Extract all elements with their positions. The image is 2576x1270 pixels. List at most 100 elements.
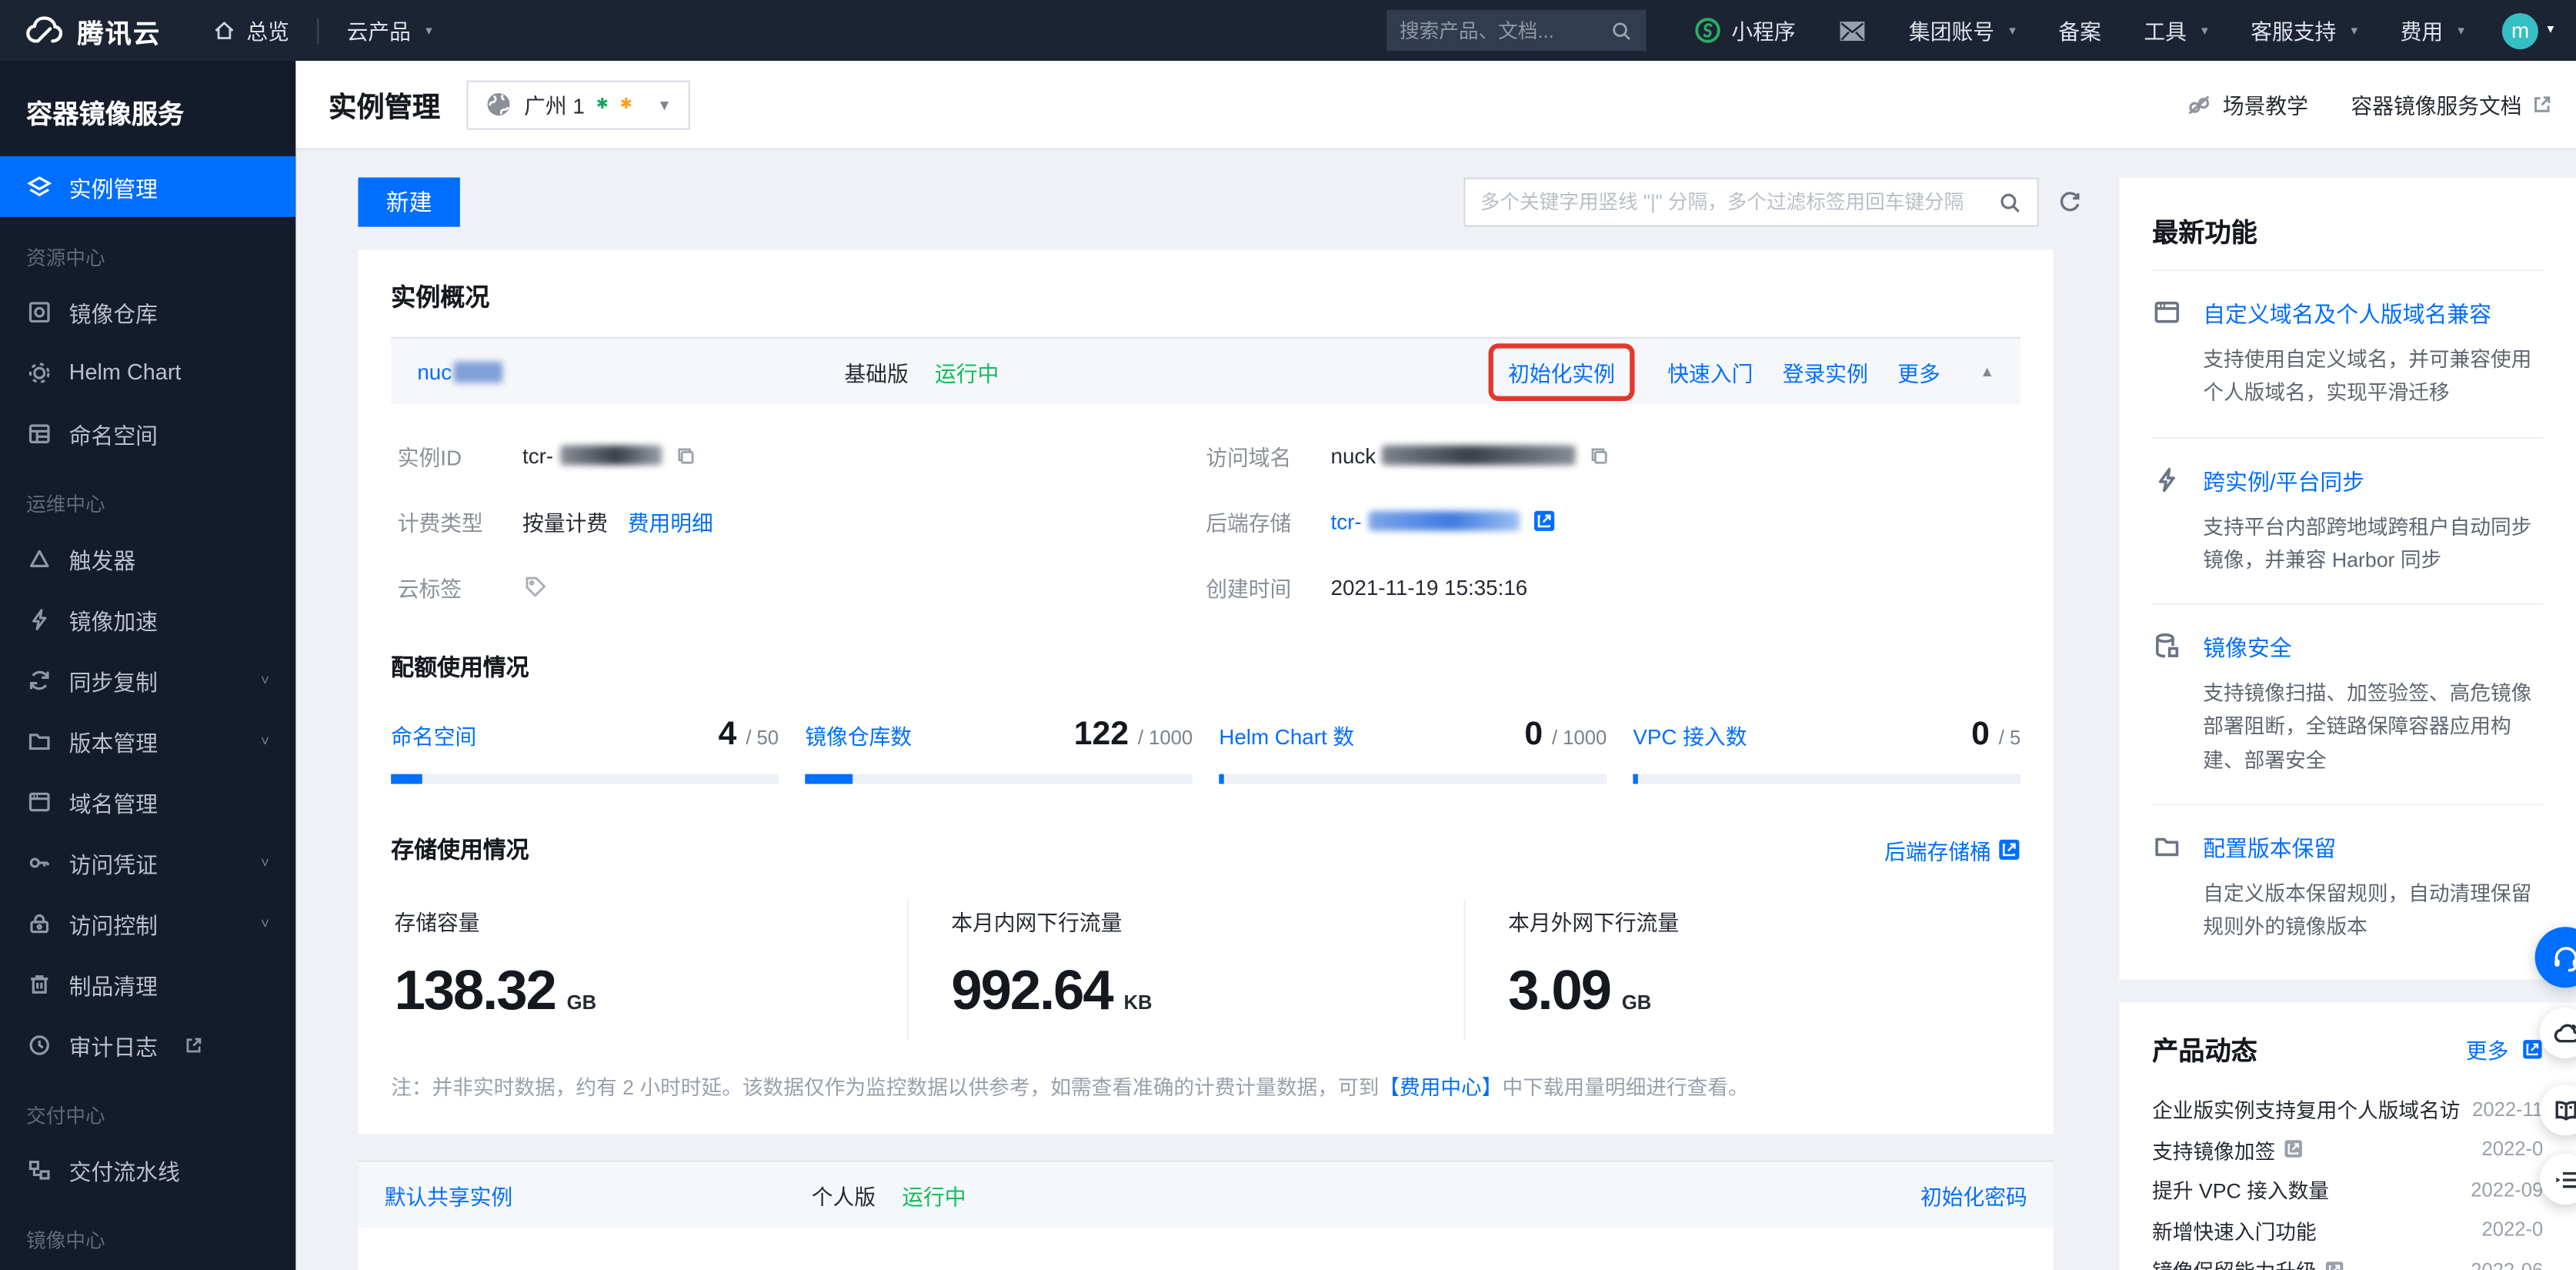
global-search-input[interactable]: [1399, 18, 1610, 42]
chevron-down-icon[interactable]: ˅: [261, 914, 269, 931]
quota-namespace-link[interactable]: 命名空间: [391, 720, 476, 751]
sidebar-item-delivery-pipeline[interactable]: 交付流水线: [0, 1139, 295, 1200]
feature-link[interactable]: 镜像安全: [2203, 630, 2291, 663]
feature-link[interactable]: 自定义域名及个人版域名兼容: [2203, 296, 2491, 329]
feature-item-custom-domain: 自定义域名及个人版域名兼容 支持使用自定义域名，并可兼容使用个人版域名，实现平滑…: [2152, 269, 2544, 436]
region-marker-green: ✱: [596, 95, 609, 112]
sidebar-item-artifact-cleanup[interactable]: 制品清理: [0, 953, 295, 1014]
sidebar-item-version-management[interactable]: 版本管理 ˅: [0, 710, 295, 770]
init-password-button[interactable]: 初始化密码: [1920, 1179, 2027, 1211]
sidebar-item-sync-replication[interactable]: 同步复制 ˅: [0, 649, 295, 710]
sidebar-item-namespace[interactable]: 命名空间: [0, 403, 295, 463]
avatar[interactable]: m: [2502, 12, 2539, 48]
login-instance-button[interactable]: 登录实例: [1783, 356, 1868, 387]
filter-search-input[interactable]: [1480, 190, 1998, 214]
news-item-date: 2022-11: [2472, 1097, 2544, 1121]
chevron-down-icon[interactable]: ˅: [261, 854, 269, 870]
feature-link[interactable]: 配置版本保留: [2203, 830, 2336, 863]
scene-teaching-icon: [2188, 95, 2210, 115]
news-item-link[interactable]: 提升 VPC 接入数量: [2152, 1174, 2329, 1205]
nav-overview[interactable]: 总览: [191, 0, 311, 61]
news-item-link[interactable]: 支持镜像加签: [2152, 1134, 2303, 1165]
news-more-link[interactable]: 更多: [2466, 1034, 2543, 1065]
billing-detail-link[interactable]: 费用明细: [628, 506, 713, 537]
nav-support[interactable]: 客服支持 ▾: [2229, 0, 2378, 61]
sidebar-item-image-acceleration[interactable]: 镜像加速: [0, 588, 295, 649]
create-button[interactable]: 新建: [358, 177, 460, 227]
nav-messages[interactable]: [1817, 0, 1887, 61]
feature-link[interactable]: 跨实例/平台同步: [2203, 463, 2364, 496]
region-selector[interactable]: 广州 1 ✱ ✱ ▼: [466, 79, 690, 129]
trigger-icon: [29, 549, 49, 566]
backend-bucket-link[interactable]: 后端存储桶: [1884, 834, 2020, 866]
instance-name-link[interactable]: nuc: [417, 359, 795, 384]
brand-name: 腾讯云: [77, 20, 162, 48]
sidebar-item-audit-log[interactable]: 审计日志: [0, 1014, 295, 1074]
progress-bar: [1633, 774, 2021, 784]
backend-storage-link[interactable]: tcr-: [1331, 509, 1556, 533]
sidebar-item-public-images[interactable]: 公有镜像: [0, 1264, 295, 1270]
quota-grid: 命名空间 4 / 50 镜像仓库数 122 / 1000 Helm Chart …: [391, 717, 2021, 784]
init-instance-button[interactable]: 初始化实例: [1508, 361, 1615, 386]
quota-helm-link[interactable]: Helm Chart 数: [1219, 720, 1354, 751]
instance-details: 实例ID tcr- 计费类型 按量计费 费用明细 云标签 访问域名 nuck 后…: [391, 404, 2020, 601]
data-delay-note: 注：并非实时数据，约有 2 小时时延。该数据仅作为监控数据以供参考，如需查看准确…: [391, 1076, 1749, 1100]
news-item-link[interactable]: 新增快速入门功能: [2152, 1215, 2317, 1246]
search-icon[interactable]: [1610, 19, 1633, 42]
copy-icon[interactable]: [1590, 445, 1611, 466]
doc-link[interactable]: 容器镜像服务文档: [2351, 89, 2553, 120]
more-button[interactable]: 更多: [1897, 356, 1940, 387]
nav-beian[interactable]: 备案: [2037, 0, 2123, 61]
bolt-icon: [2158, 466, 2175, 492]
chevron-down-icon[interactable]: ˅: [261, 671, 269, 687]
shared-instance-meta: 个人版 运行中: [812, 1179, 966, 1211]
news-item: 镜像保留能力升级 2022-06: [2152, 1250, 2543, 1270]
redacted-storage-name: [1368, 511, 1520, 531]
metric-internet-traffic: 本月外网下行流量 3.09 GB: [1463, 898, 2020, 1041]
sidebar-item-domain-management[interactable]: 域名管理: [0, 770, 295, 831]
cloud-logo-icon: [26, 15, 63, 42]
shared-instance-name-link[interactable]: 默认共享实例: [385, 1179, 762, 1211]
sidebar-item-instance-management[interactable]: 实例管理: [0, 155, 296, 217]
chevron-down-icon[interactable]: ˅: [261, 732, 269, 748]
open-book-icon: [2554, 1100, 2576, 1120]
pipeline-icon: [28, 1159, 50, 1179]
metric-intranet-traffic: 本月内网下行流量 992.64 KB: [906, 898, 1464, 1041]
news-item-link[interactable]: 镜像保留能力升级: [2152, 1255, 2344, 1270]
instance-edition: 基础版: [844, 360, 909, 386]
global-search[interactable]: [1386, 9, 1647, 52]
home-icon: [215, 21, 234, 39]
quickstart-button[interactable]: 快速入门: [1667, 356, 1753, 387]
sidebar-item-access-credentials[interactable]: 访问凭证 ˅: [0, 831, 295, 892]
quota-repo-link[interactable]: 镜像仓库数: [805, 720, 912, 751]
news-title: 产品动态: [2152, 1038, 2257, 1068]
billing-center-link[interactable]: 【费用中心】: [1379, 1077, 1502, 1100]
filter-search[interactable]: [1463, 177, 2039, 227]
nav-billing[interactable]: 费用 ▾: [2379, 0, 2486, 61]
quota-vpc-link[interactable]: VPC 接入数: [1633, 720, 1747, 751]
tencent-cloud-logo[interactable]: 腾讯云: [0, 11, 191, 50]
sidebar-item-helm-chart[interactable]: Helm Chart: [0, 342, 295, 403]
sidebar-item-access-control[interactable]: 访问控制 ˅: [0, 892, 295, 953]
sidebar-title: 容器镜像服务: [26, 102, 185, 130]
instance-meta: 基础版 运行中: [844, 356, 999, 387]
avatar-chevron-icon[interactable]: ▼: [2545, 25, 2557, 36]
collapse-icon[interactable]: ▲: [1980, 363, 1994, 379]
sidebar-item-image-repository[interactable]: 镜像仓库: [0, 281, 295, 342]
sidebar-item-trigger[interactable]: 触发器: [0, 527, 295, 588]
init-instance-highlight: 初始化实例: [1488, 343, 1635, 400]
trash-icon: [31, 974, 48, 993]
nav-tools[interactable]: 工具 ▾: [2123, 0, 2230, 61]
tag-icon[interactable]: [522, 573, 549, 600]
external-link-icon: [2284, 1139, 2304, 1159]
news-item-link[interactable]: 企业版实例支持复用个人版域名访问: [2152, 1093, 2459, 1125]
search-icon[interactable]: [1997, 190, 2022, 215]
nav-miniprogram[interactable]: 小程序: [1672, 0, 1817, 61]
copy-icon[interactable]: [675, 445, 696, 466]
instance-actions: 初始化实例 快速入门 登录实例 更多 ▲: [1488, 343, 1994, 400]
nav-group-account[interactable]: 集团账号 ▾: [1887, 0, 2037, 61]
nav-products[interactable]: 云产品 ▾: [325, 0, 454, 61]
lock-icon: [30, 913, 49, 933]
scene-teaching-link[interactable]: 场景教学: [2185, 89, 2308, 120]
refresh-button[interactable]: [2057, 189, 2083, 216]
